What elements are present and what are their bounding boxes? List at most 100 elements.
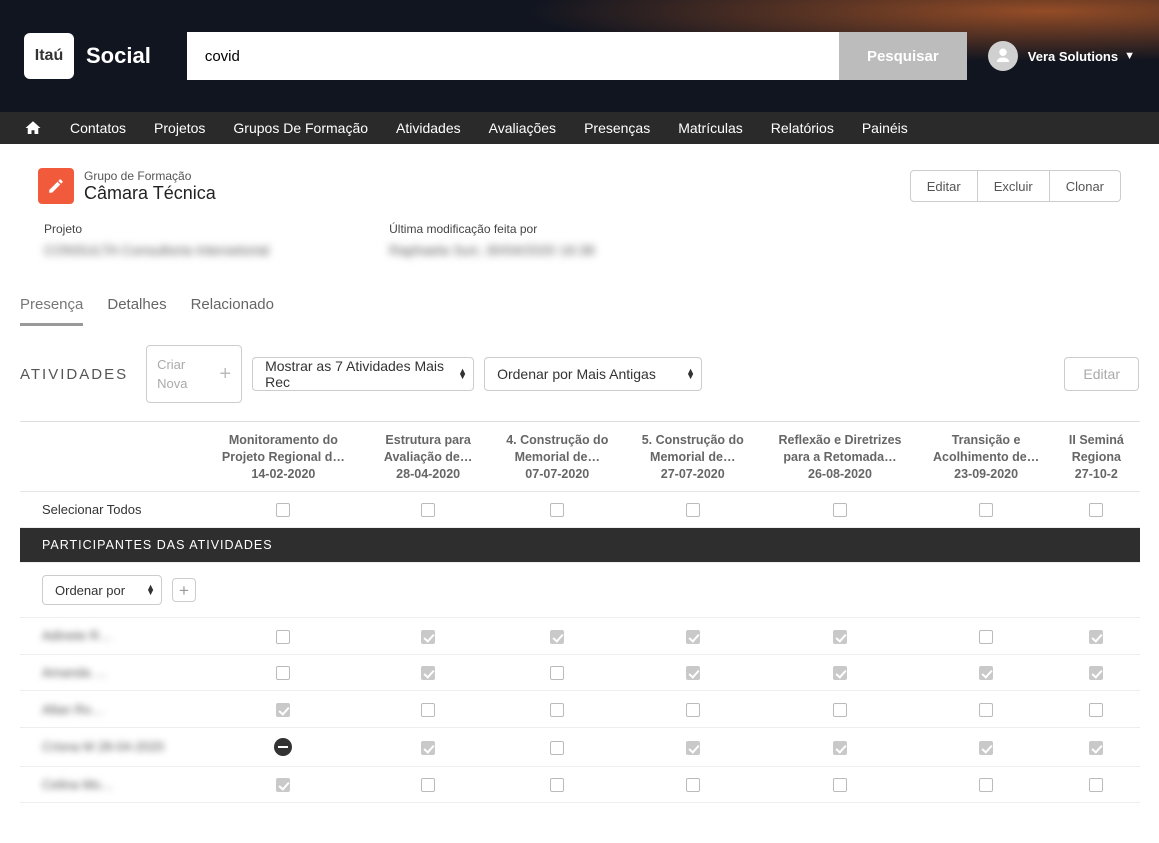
attendance-checkbox-empty[interactable] [276, 630, 290, 644]
attendance-checkbox-empty[interactable] [833, 778, 847, 792]
attendance-checkbox-checked[interactable] [833, 630, 847, 644]
select-all-checkbox[interactable] [421, 503, 435, 517]
attendance-checkbox-checked[interactable] [686, 630, 700, 644]
attendance-checkbox-checked[interactable] [276, 703, 290, 717]
search-wrap: Pesquisar [187, 32, 967, 80]
project-label: Projeto [44, 222, 269, 236]
attendance-checkbox-checked[interactable] [1089, 666, 1103, 680]
attendance-checkbox-empty[interactable] [421, 778, 435, 792]
attendance-checkbox-checked[interactable] [421, 630, 435, 644]
attendance-checkbox-empty[interactable] [550, 666, 564, 680]
attendance-checkbox-checked[interactable] [421, 741, 435, 755]
attendance-checkbox-checked[interactable] [686, 666, 700, 680]
record-header: Grupo de Formação Câmara Técnica Editar … [0, 144, 1159, 204]
select-all-checkbox[interactable] [686, 503, 700, 517]
col-header-4[interactable]: Reflexão e Diretrizes para a Retomada…26… [760, 422, 919, 492]
col-header-1[interactable]: Estrutura para Avaliação de…28-04-2020 [367, 422, 490, 492]
attendance-checkbox-checked[interactable] [979, 741, 993, 755]
col-header-0[interactable]: Monitoramento do Projeto Regional d…14-0… [200, 422, 367, 492]
participant-name[interactable]: Celina Mo… [42, 777, 114, 792]
editar-button[interactable]: Editar [1064, 357, 1139, 391]
sort-activities-value: Ordenar por Mais Antigas [497, 366, 656, 382]
select-all-checkbox[interactable] [1089, 503, 1103, 517]
logo-social: Social [86, 43, 151, 69]
attendance-checkbox-checked[interactable] [421, 666, 435, 680]
activities-toolbar: ATIVIDADES Criar Nova + Mostrar as 7 Ati… [0, 327, 1159, 421]
sort-activities-select[interactable]: Ordenar por Mais Antigas ▲▼ [484, 357, 702, 391]
tab-relacionado[interactable]: Relacionado [191, 296, 274, 326]
add-participant-button[interactable]: + [172, 578, 196, 602]
edit-button[interactable]: Editar [910, 170, 978, 202]
attendance-checkbox-empty[interactable] [979, 703, 993, 717]
user-menu[interactable]: Vera Solutions ▼ [988, 41, 1135, 71]
modified-label: Última modificação feita por [389, 222, 595, 236]
create-activity-button[interactable]: Criar Nova + [146, 345, 242, 403]
attendance-checkbox-checked[interactable] [1089, 741, 1103, 755]
select-all-checkbox[interactable] [276, 503, 290, 517]
brand-logo: Itaú [24, 33, 74, 79]
home-icon[interactable] [24, 119, 42, 137]
attendance-checkbox-empty[interactable] [421, 703, 435, 717]
col-header-2[interactable]: 4. Construção do Memorial de…07-07-2020 [490, 422, 625, 492]
plus-icon: + [219, 359, 231, 389]
attendance-checkbox-checked[interactable] [276, 778, 290, 792]
attendance-checkbox-empty[interactable] [276, 666, 290, 680]
attendance-checkbox-checked[interactable] [550, 630, 564, 644]
nav-grupos[interactable]: Grupos De Formação [233, 120, 368, 136]
tab-detalhes[interactable]: Detalhes [107, 296, 166, 326]
attendance-checkbox-checked[interactable] [833, 741, 847, 755]
nav-presencas[interactable]: Presenças [584, 120, 650, 136]
search-button[interactable]: Pesquisar [839, 32, 967, 80]
tab-presenca[interactable]: Presença [20, 296, 83, 326]
modified-value: Raphaela Suri, 30/04/2020 16:38 [389, 242, 595, 258]
attendance-checkbox-empty[interactable] [550, 703, 564, 717]
nav-contatos[interactable]: Contatos [70, 120, 126, 136]
nav-paineis[interactable]: Painéis [862, 120, 908, 136]
grid-header-row: Monitoramento do Projeto Regional d…14-0… [20, 422, 1140, 492]
participant-name[interactable]: Allan Ro… [42, 702, 104, 717]
attendance-checkbox-empty[interactable] [550, 741, 564, 755]
show-activities-select[interactable]: Mostrar as 7 Atividades Mais Rec ▲▼ [252, 357, 474, 391]
clone-button[interactable]: Clonar [1050, 170, 1121, 202]
attendance-checkbox-checked[interactable] [979, 666, 993, 680]
sort-participants-select[interactable]: Ordenar por ▲▼ [42, 575, 162, 605]
attendance-checkbox-checked[interactable] [686, 741, 700, 755]
nav-matriculas[interactable]: Matrículas [678, 120, 743, 136]
record-actions: Editar Excluir Clonar [910, 170, 1121, 202]
col-header-6[interactable]: II Seminá Regiona27-10-2 [1053, 422, 1140, 492]
new-label: Nova [157, 374, 187, 394]
participants-toolbar-row: Ordenar por ▲▼ + [20, 563, 1140, 618]
attendance-checkbox-empty[interactable] [686, 703, 700, 717]
user-name: Vera Solutions [1028, 49, 1118, 64]
participant-name[interactable]: Crisna M 28-04-2020 [42, 739, 164, 754]
col-header-5[interactable]: Transição e Acolhimento de…23-09-2020 [920, 422, 1053, 492]
attendance-checkbox-empty[interactable] [979, 630, 993, 644]
select-all-checkbox[interactable] [550, 503, 564, 517]
nav-avaliacoes[interactable]: Avaliações [489, 120, 556, 136]
search-input[interactable] [187, 32, 839, 80]
attendance-checkbox-empty[interactable] [1089, 778, 1103, 792]
attendance-checkbox-empty[interactable] [1089, 703, 1103, 717]
participant-name[interactable]: Adinete R… [42, 628, 112, 643]
main-nav: Contatos Projetos Grupos De Formação Ati… [0, 112, 1159, 144]
attendance-checkbox-empty[interactable] [686, 778, 700, 792]
top-banner: Itaú Social Pesquisar Vera Solutions ▼ [0, 0, 1159, 112]
attendance-checkbox-checked[interactable] [833, 666, 847, 680]
delete-button[interactable]: Excluir [978, 170, 1050, 202]
attendance-checkbox-empty[interactable] [550, 778, 564, 792]
select-all-checkbox[interactable] [979, 503, 993, 517]
stepper-icon: ▲▼ [686, 369, 695, 379]
participant-row: Celina Mo… [20, 766, 1140, 803]
nav-projetos[interactable]: Projetos [154, 120, 205, 136]
minus-icon[interactable] [274, 738, 292, 756]
attendance-checkbox-empty[interactable] [833, 703, 847, 717]
logo-text: Itaú [35, 47, 63, 65]
participant-name[interactable]: Amanda … [42, 665, 107, 680]
attendance-checkbox-empty[interactable] [979, 778, 993, 792]
stepper-icon: ▲▼ [458, 369, 467, 379]
select-all-checkbox[interactable] [833, 503, 847, 517]
nav-atividades[interactable]: Atividades [396, 120, 461, 136]
col-header-3[interactable]: 5. Construção do Memorial de…27-07-2020 [625, 422, 760, 492]
attendance-checkbox-checked[interactable] [1089, 630, 1103, 644]
nav-relatorios[interactable]: Relatórios [771, 120, 834, 136]
